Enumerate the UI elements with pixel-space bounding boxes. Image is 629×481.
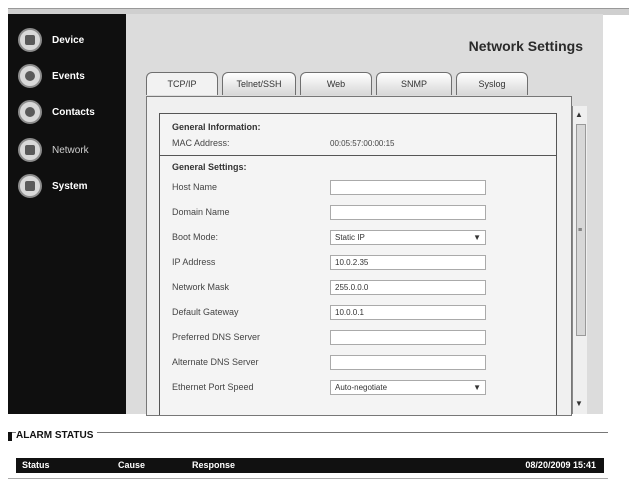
default-gateway-field[interactable] [330, 305, 486, 320]
general-information-section: General Information: MAC Address: 00:05:… [159, 113, 557, 157]
alternate-dns-field[interactable] [330, 355, 486, 370]
device-icon [18, 28, 42, 52]
host-name-field[interactable] [330, 180, 486, 195]
chevron-down-icon: ▼ [473, 383, 481, 392]
ethernet-port-speed-label: Ethernet Port Speed [172, 382, 254, 392]
alarm-col-response: Response [192, 460, 236, 470]
general-information-title: General Information: [172, 122, 261, 132]
system-icon [18, 174, 42, 198]
grip-icon: ≡ [578, 227, 583, 234]
scroll-down-icon[interactable]: ▼ [575, 399, 583, 408]
domain-name-field[interactable] [330, 205, 486, 220]
preferred-dns-field[interactable] [330, 330, 486, 345]
sidebar-item-contacts[interactable]: Contacts [18, 98, 126, 126]
domain-name-label: Domain Name [172, 207, 230, 217]
network-mask-label: Network Mask [172, 282, 230, 292]
boot-mode-value: Static IP [335, 233, 365, 242]
tab-tcp-ip[interactable]: TCP/IP [146, 72, 218, 95]
default-gateway-label: Default Gateway [172, 307, 239, 317]
app-window: Device Events Contacts Network System Ne… [0, 0, 629, 481]
general-settings-section: General Settings: Host Name Domain Name … [159, 155, 557, 415]
sidebar-item-label: Device [52, 34, 85, 46]
network-mask-field[interactable] [330, 280, 486, 295]
alarm-col-cause: Cause [118, 460, 146, 470]
tab-bar: TCP/IP Telnet/SSH Web SNMP Syslog [146, 72, 532, 96]
tab-snmp[interactable]: SNMP [376, 72, 452, 95]
footer-divider [8, 478, 608, 479]
mac-address-label: MAC Address: [172, 138, 230, 148]
general-settings-title: General Settings: [172, 162, 247, 172]
network-icon [18, 138, 42, 162]
sidebar-item-label: System [52, 180, 88, 192]
scroll-up-icon[interactable]: ▲ [575, 110, 583, 119]
ip-address-field[interactable] [330, 255, 486, 270]
boot-mode-select[interactable]: Static IP ▼ [330, 230, 486, 245]
ethernet-port-speed-select[interactable]: Auto-negotiate ▼ [330, 380, 486, 395]
sidebar-item-label: Events [52, 70, 85, 82]
scrollbar-thumb[interactable]: ≡ [576, 124, 586, 336]
mac-address-value: 00:05:57:00:00:15 [330, 139, 395, 148]
main-panel: Network Settings TCP/IP Telnet/SSH Web S… [126, 14, 603, 416]
alarm-status-title: ALARM STATUS [16, 430, 98, 441]
sidebar-item-label: Contacts [52, 106, 95, 118]
ip-address-label: IP Address [172, 257, 216, 267]
alarm-timestamp: 08/20/2009 15:41 [525, 460, 596, 470]
page-title: Network Settings [468, 38, 583, 54]
contacts-icon [18, 100, 42, 124]
settings-content: General Information: MAC Address: 00:05:… [146, 96, 572, 416]
ethernet-port-speed-value: Auto-negotiate [335, 383, 388, 392]
sidebar-item-events[interactable]: Events [18, 62, 126, 90]
chevron-down-icon: ▼ [473, 233, 481, 242]
tab-web[interactable]: Web [300, 72, 372, 95]
events-icon [18, 64, 42, 88]
host-name-label: Host Name [172, 182, 218, 192]
tab-telnet-ssh[interactable]: Telnet/SSH [222, 72, 296, 95]
alarm-col-status: Status [22, 460, 50, 470]
alternate-dns-label: Alternate DNS Server [172, 357, 259, 367]
alarm-header-row: Status Cause Response 08/20/2009 15:41 [16, 458, 604, 473]
alarm-divider [8, 432, 608, 447]
tab-syslog[interactable]: Syslog [456, 72, 528, 95]
sidebar-item-label: Network [52, 144, 89, 156]
boot-mode-label: Boot Mode: [172, 232, 219, 242]
sidebar-item-device[interactable]: Device [18, 26, 126, 54]
vertical-scrollbar[interactable]: ▲ ≡ ▼ [572, 106, 587, 414]
sidebar-item-system[interactable]: System [18, 172, 126, 200]
sidebar: Device Events Contacts Network System [8, 14, 126, 414]
sidebar-item-network[interactable]: Network [18, 136, 126, 164]
preferred-dns-label: Preferred DNS Server [172, 332, 261, 342]
alarm-marker [8, 432, 12, 441]
